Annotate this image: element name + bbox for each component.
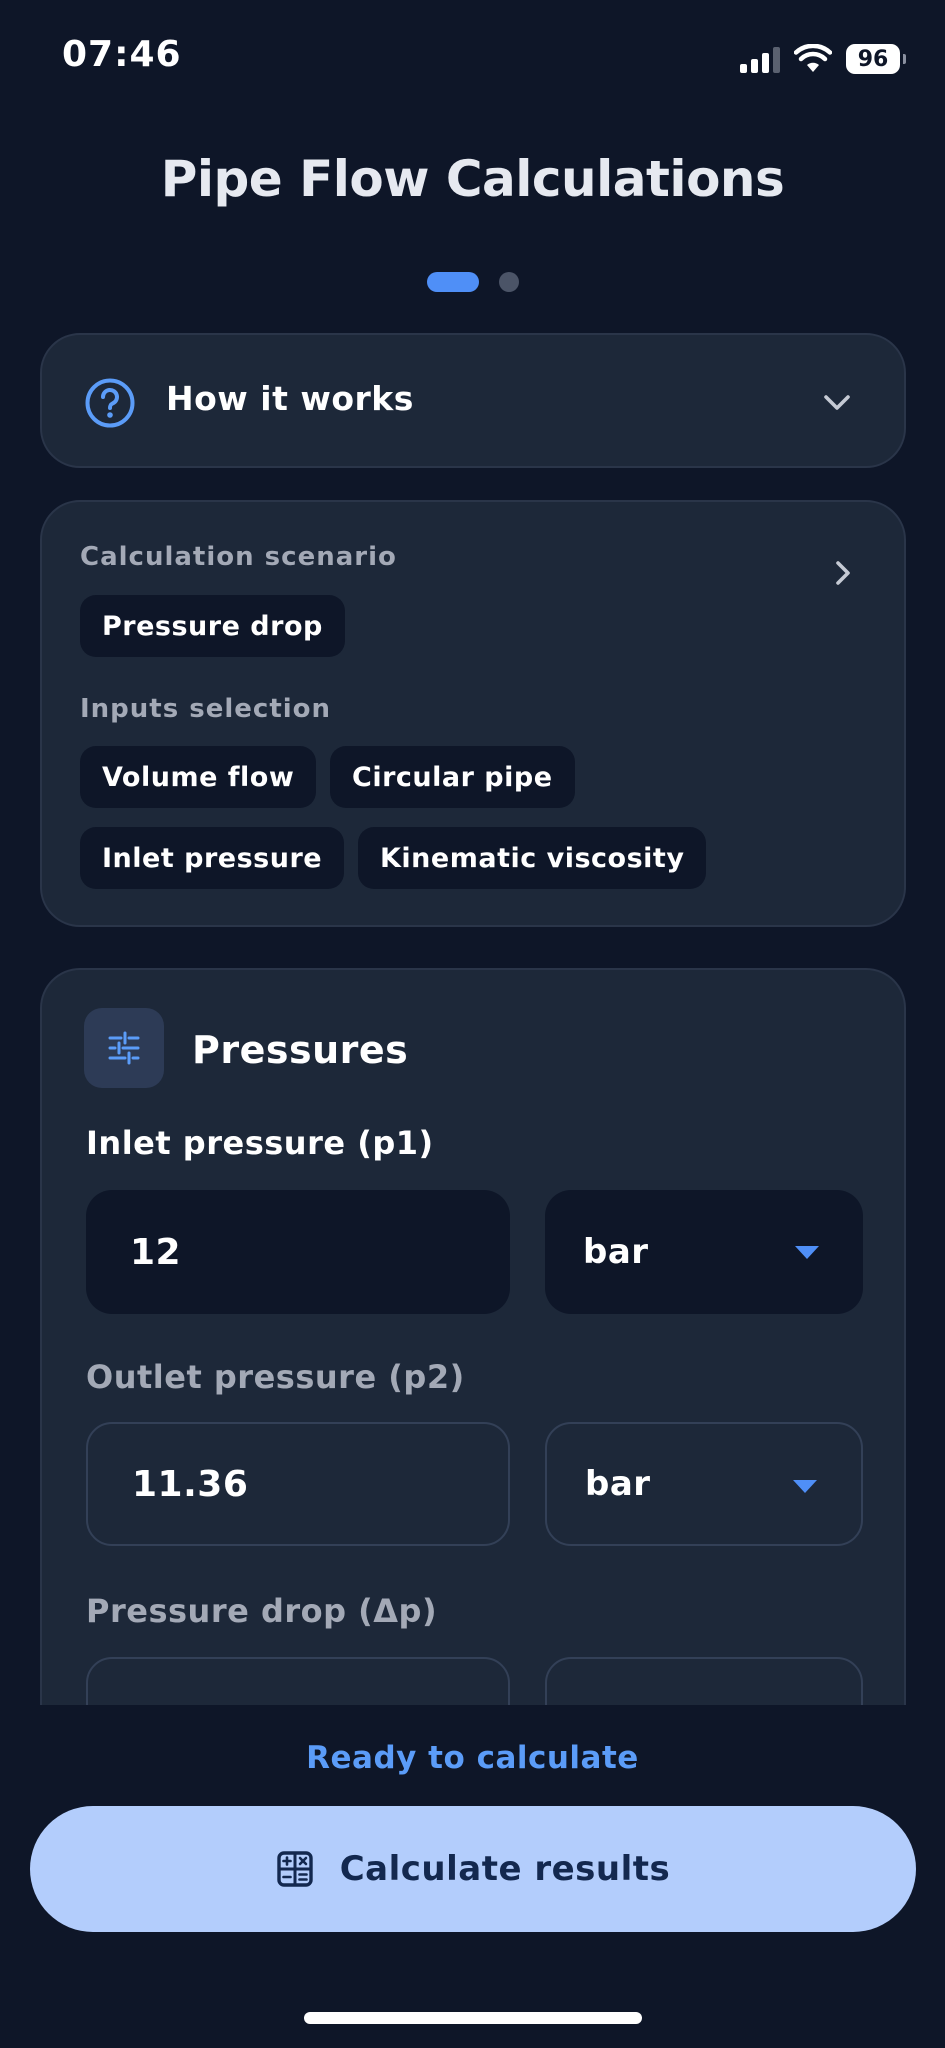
page-dot[interactable] <box>498 272 519 292</box>
calculate-results-button[interactable]: Calculate results <box>30 1806 916 1932</box>
input-chip-kinematic-viscosity[interactable]: Kinematic viscosity <box>358 827 707 889</box>
inlet-pressure-label: Inlet pressure (p1) <box>86 1124 434 1162</box>
wifi-icon <box>794 44 832 72</box>
question-circle-icon <box>85 378 135 428</box>
status-time: 07:46 <box>62 34 182 75</box>
inputs-selection-label: Inputs selection <box>80 694 332 724</box>
pressures-card: Pressures Inlet pressure (p1) 12 bar Out… <box>40 968 906 1781</box>
outlet-pressure-unit-select[interactable]: bar <box>545 1422 863 1546</box>
input-chip-inlet-pressure[interactable]: Inlet pressure <box>80 827 345 889</box>
input-chip-volume-flow[interactable]: Volume flow <box>80 746 317 808</box>
battery-icon: 96 <box>846 44 906 74</box>
inlet-pressure-input[interactable]: 12 <box>86 1190 510 1314</box>
page-dot-active[interactable] <box>426 272 479 292</box>
inlet-pressure-unit: bar <box>583 1232 649 1272</box>
calculate-results-label: Calculate results <box>339 1849 671 1889</box>
dropdown-caret-icon <box>793 1480 817 1493</box>
cellular-signal-icon <box>740 45 780 73</box>
how-it-works-label: How it works <box>166 379 414 418</box>
outlet-pressure-input[interactable]: 11.36 <box>86 1422 510 1546</box>
outlet-pressure-unit: bar <box>585 1464 651 1504</box>
status-bar: 07:46 96 <box>0 0 945 110</box>
dropdown-caret-icon <box>795 1246 819 1259</box>
how-it-works-card[interactable]: How it works <box>40 333 906 468</box>
status-icons: 96 <box>740 42 906 76</box>
input-chip-circular-pipe[interactable]: Circular pipe <box>330 746 575 808</box>
chevron-down-icon[interactable] <box>820 385 854 419</box>
calculation-status-text: Ready to calculate <box>306 1740 639 1776</box>
outlet-pressure-label: Outlet pressure (p2) <box>86 1358 465 1396</box>
inlet-pressure-unit-select[interactable]: bar <box>545 1190 863 1314</box>
page-title: Pipe Flow Calculations <box>160 150 785 208</box>
calculator-icon <box>277 1851 313 1887</box>
page-indicator[interactable] <box>0 272 945 292</box>
sliders-icon-box <box>84 1008 164 1088</box>
scenario-card[interactable]: Calculation scenario Pressure drop Input… <box>40 500 906 927</box>
chevron-right-icon[interactable] <box>828 558 858 588</box>
pressure-drop-label: Pressure drop (Δp) <box>86 1592 438 1630</box>
calculation-scenario-label: Calculation scenario <box>80 542 397 572</box>
pressures-title: Pressures <box>192 1028 409 1072</box>
scenario-chip[interactable]: Pressure drop <box>80 595 345 657</box>
battery-level: 96 <box>857 46 889 72</box>
home-indicator[interactable] <box>304 2012 642 2024</box>
sliders-icon <box>108 1031 140 1065</box>
